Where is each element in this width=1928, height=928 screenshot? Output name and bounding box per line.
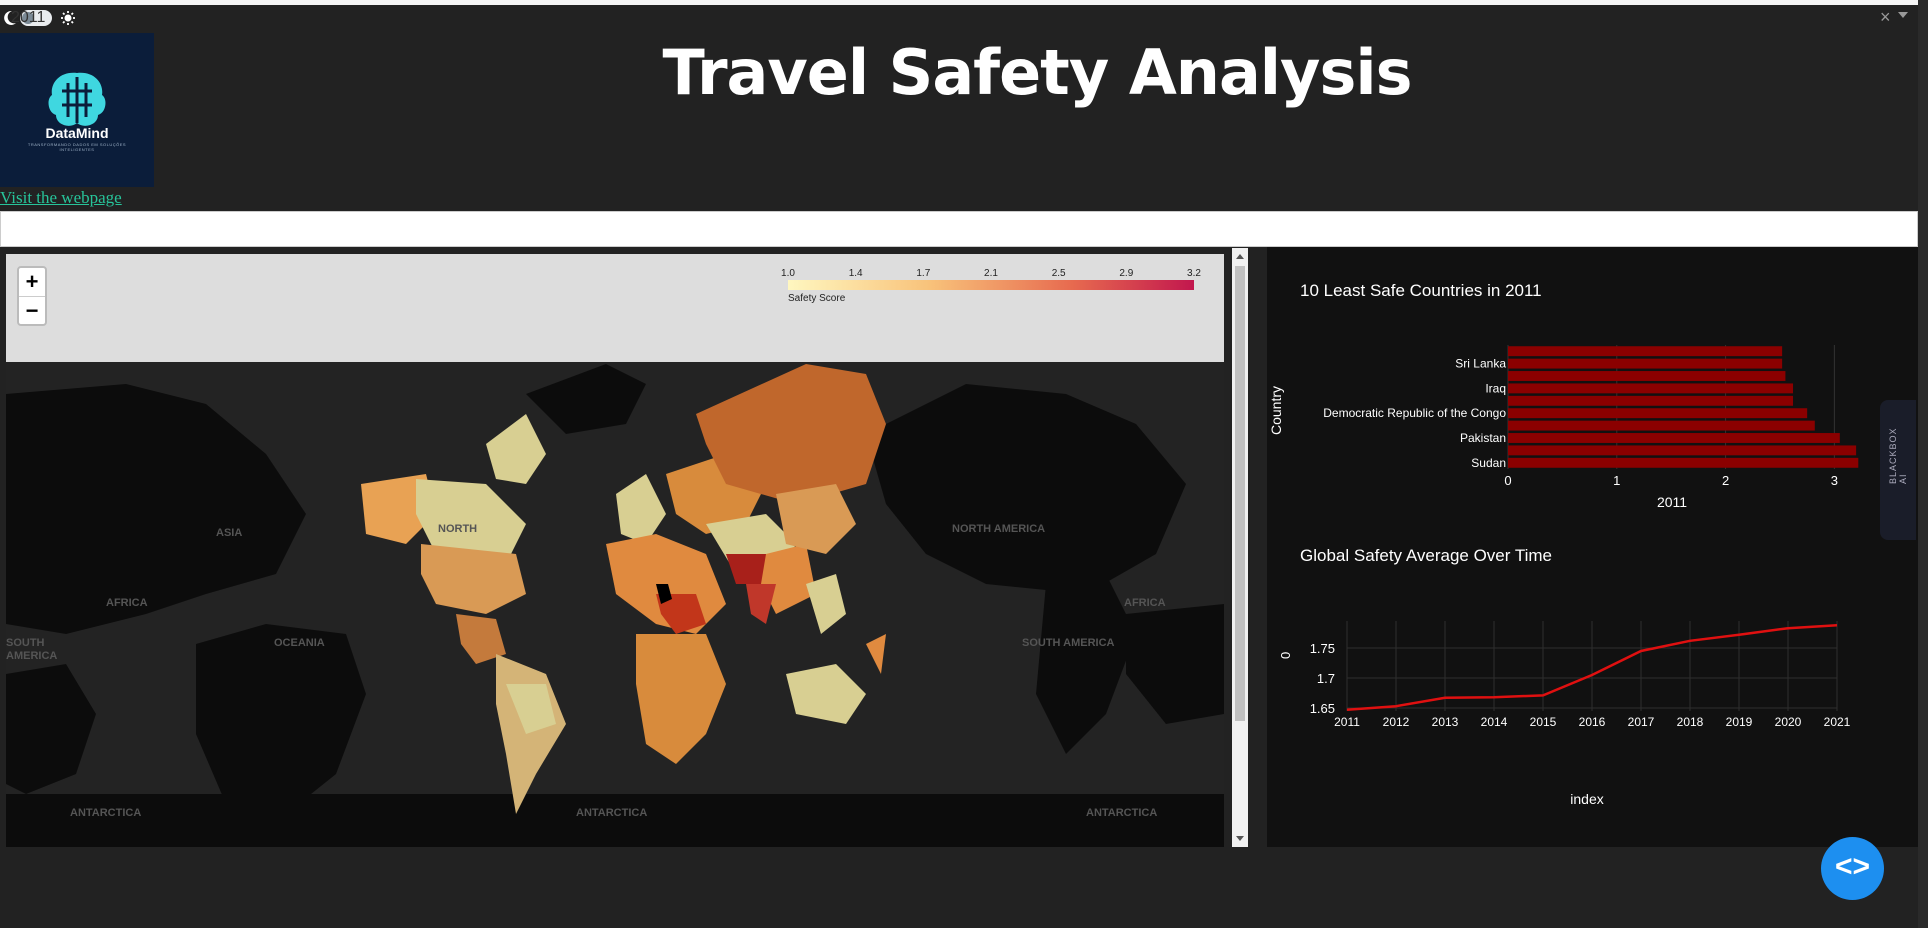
label-antarctica-3: ANTARCTICA (1086, 807, 1157, 819)
bar[interactable] (1508, 457, 1859, 468)
colorbar-tick-label: 2.9 (1119, 268, 1133, 279)
bar[interactable] (1508, 445, 1857, 456)
bar-chart-ylabel: Country (1268, 386, 1284, 435)
line-xtick-label: 2015 (1530, 715, 1557, 729)
bar[interactable] (1508, 371, 1786, 381)
bar[interactable] (1508, 420, 1815, 431)
side-tab-label: BLACKBOX AI (1888, 427, 1908, 484)
line-xtick-label: 2016 (1579, 715, 1606, 729)
colorbar-tick-label: 3.2 (1187, 268, 1201, 279)
bar[interactable] (1508, 383, 1794, 394)
page-scrollbar[interactable] (1918, 0, 1928, 928)
label-asia: ASIA (216, 527, 242, 539)
line-xtick-label: 2019 (1726, 715, 1753, 729)
label-north-america: NORTH AMERICA (952, 523, 1045, 535)
colorbar-title: Safety Score (788, 293, 846, 304)
colorbar-tick-label: 1.0 (781, 268, 795, 279)
zoom-in-button[interactable]: + (19, 268, 45, 296)
bar[interactable] (1508, 358, 1783, 369)
line-xtick-label: 2018 (1677, 715, 1704, 729)
line-xtick-label: 2021 (1824, 715, 1851, 729)
label-oceania: OCEANIA (274, 637, 325, 649)
colorbar: 1.0 1.4 1.7 2.1 2.5 2.9 3.2 Safety Score (781, 268, 1201, 304)
bar[interactable] (1508, 408, 1808, 419)
label-antarctica-1: ANTARCTICA (70, 807, 141, 819)
bar-xtick-label: 2 (1722, 473, 1729, 488)
chevron-down-icon[interactable] (1898, 12, 1908, 18)
bar-category-label: Sri Lanka (1455, 357, 1506, 371)
label-america: AMERICA (6, 650, 57, 662)
label-africa-2: AFRICA (1124, 597, 1166, 609)
visit-webpage-link[interactable]: Visit the webpage (0, 188, 122, 208)
page-title: Travel Safety Analysis (662, 36, 1412, 109)
bar-category-label: Democratic Republic of the Congo (1323, 406, 1506, 420)
bar-category-label: Sudan (1471, 456, 1506, 470)
line-ytick-label: 1.65 (1310, 701, 1335, 716)
label-africa: AFRICA (106, 597, 148, 609)
choropleth-map[interactable]: 1.0 1.4 1.7 2.1 2.5 2.9 3.2 Safety Score (6, 254, 1224, 847)
label-south: SOUTH (6, 637, 45, 649)
close-icon[interactable]: × (1880, 7, 1891, 28)
logo-text: DataMind (45, 125, 109, 141)
line-ytick-label: 1.75 (1310, 641, 1335, 656)
line-chart[interactable]: Global Safety Average Over Time 0 index … (1267, 517, 1918, 847)
zoom-control: + − (17, 266, 47, 326)
line-xtick-label: 2011 (1334, 715, 1360, 729)
label-antarctica-2: ANTARCTICA (576, 807, 647, 819)
zoom-out-button[interactable]: − (19, 297, 45, 325)
label-north: NORTH (438, 523, 477, 535)
line-xtick-label: 2012 (1383, 715, 1410, 729)
bar-xtick-label: 0 (1504, 473, 1511, 488)
line-chart-xlabel: index (1570, 791, 1603, 807)
line-xtick-label: 2017 (1628, 715, 1655, 729)
map-svg: 1.0 1.4 1.7 2.1 2.5 2.9 3.2 Safety Score (6, 268, 1224, 847)
line-chart-ylabel: 0 (1278, 652, 1293, 659)
line-xtick-label: 2013 (1432, 715, 1459, 729)
colorbar-tick-label: 1.4 (849, 268, 863, 279)
map-scroll-thumb[interactable] (1235, 266, 1245, 721)
bar[interactable] (1508, 346, 1783, 357)
line-chart-title: Global Safety Average Over Time (1300, 546, 1552, 565)
sun-icon (61, 11, 75, 25)
bar-chart[interactable]: 10 Least Safe Countries in 2011 Country … (1267, 247, 1918, 517)
colorbar-tick-label: 2.1 (984, 268, 998, 279)
line-ytick-label: 1.7 (1317, 671, 1335, 686)
line-xtick-label: 2014 (1481, 715, 1508, 729)
bar-category-label: Pakistan (1460, 431, 1506, 445)
charts-panel: 10 Least Safe Countries in 2011 Country … (1267, 247, 1918, 847)
label-south-america: SOUTH AMERICA (1022, 637, 1115, 649)
bar-xtick-label: 3 (1831, 473, 1838, 488)
dropdown-selected-value: 2011 (11, 9, 46, 26)
bar-xtick-label: 1 (1613, 473, 1620, 488)
line-xtick-label: 2020 (1775, 715, 1802, 729)
year-dropdown[interactable] (0, 211, 1918, 247)
bar-chart-title: 10 Least Safe Countries in 2011 (1300, 281, 1542, 300)
bar-category-label: Iraq (1485, 381, 1506, 395)
bar-chart-xlabel: 2011 (1657, 494, 1687, 510)
colorbar-tick-label: 2.5 (1052, 268, 1066, 279)
bar[interactable] (1508, 395, 1794, 406)
colorbar-tick-label: 1.7 (916, 268, 930, 279)
logo-tagline: TRANSFORMANDO DADOS EM SOLUÇÕES INTELIGE… (27, 142, 127, 152)
bar[interactable] (1508, 433, 1840, 443)
code-icon: <> (1834, 850, 1871, 883)
